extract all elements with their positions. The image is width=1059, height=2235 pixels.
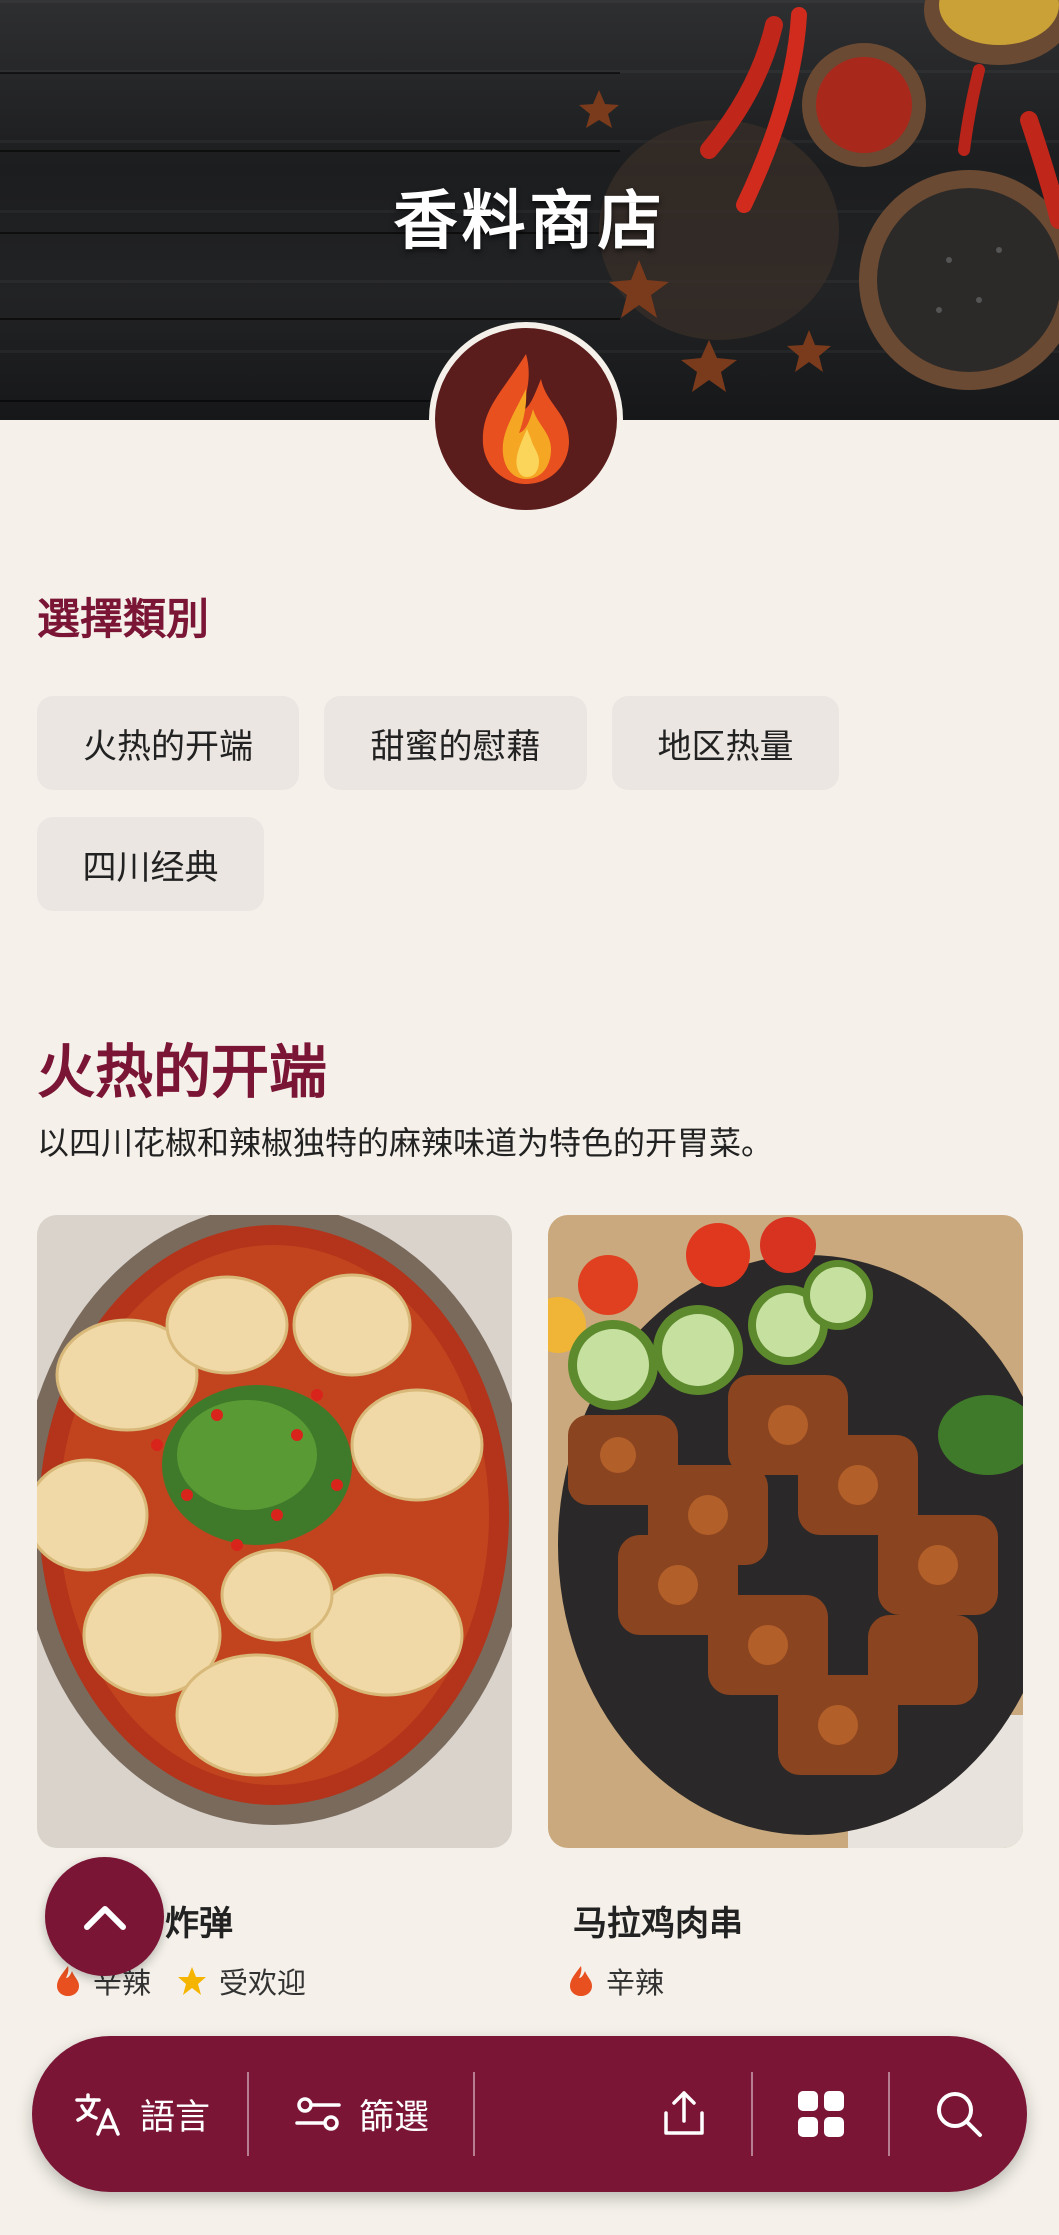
tag-spicy: 辛辣 (568, 1960, 664, 2002)
product-tags: 辛辣 (568, 1960, 664, 2002)
share-button[interactable] (660, 2036, 708, 2192)
product-name[interactable]: 马拉鸡肉串 (573, 1896, 743, 1945)
product-image-chicken-skewers[interactable] (548, 1215, 1023, 1848)
divider (888, 2072, 890, 2156)
divider (751, 2072, 753, 2156)
translate-icon (75, 2093, 120, 2136)
share-icon (664, 2091, 704, 2135)
section-description: 以四川花椒和辣椒独特的麻辣味道为特色的开胃菜。 (37, 1124, 774, 1162)
tag-popular: 受欢迎 (177, 1960, 306, 2002)
grid-icon (798, 2091, 844, 2137)
category-chip-regional-heat[interactable]: 地区热量 (612, 696, 839, 790)
product-image-dumplings[interactable] (37, 1215, 512, 1848)
language-button[interactable]: 語言 (74, 2036, 210, 2192)
store-title: 香料商店 (393, 185, 666, 259)
star-icon (178, 1967, 207, 1995)
category-heading: 選擇類別 (37, 595, 209, 645)
grid-view-button[interactable] (796, 2036, 846, 2192)
store-logo (429, 322, 623, 516)
tag-label: 受欢迎 (219, 1966, 307, 2000)
tag-label: 辛辣 (606, 1966, 665, 2000)
product-name[interactable]: 炸弹 (165, 1896, 233, 1945)
flame-icon (570, 1966, 592, 1996)
search-button[interactable] (934, 2036, 984, 2192)
divider (247, 2072, 249, 2156)
filter-button[interactable]: 篩選 (295, 2036, 429, 2192)
category-chip-sweet-comfort[interactable]: 甜蜜的慰藉 (324, 696, 587, 790)
language-label: 語言 (140, 2097, 211, 2138)
search-icon (937, 2092, 982, 2137)
divider (473, 2072, 475, 2156)
flame-icon (482, 354, 569, 484)
filter-sliders-icon (295, 2097, 341, 2131)
section-title: 火热的开端 (37, 1038, 328, 1106)
category-chip-fiery-start[interactable]: 火热的开端 (37, 696, 299, 790)
chevron-up-icon (83, 1905, 126, 1930)
scroll-to-top-button[interactable] (45, 1857, 164, 1976)
bottom-toolbar: 語言 篩選 (32, 2036, 1027, 2192)
category-chip-sichuan-classics[interactable]: 四川经典 (37, 817, 264, 911)
filter-label: 篩選 (359, 2097, 430, 2138)
